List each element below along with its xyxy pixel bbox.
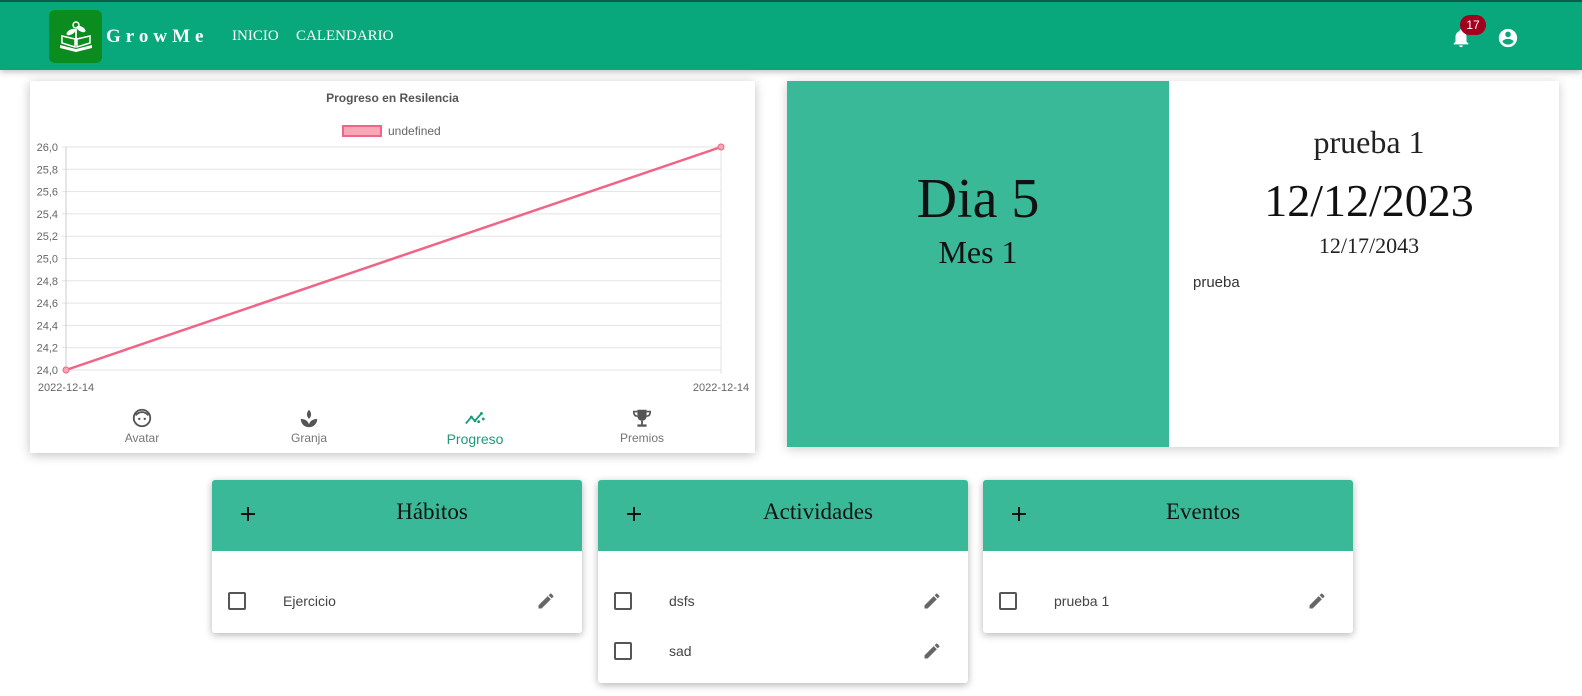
- edit-icon[interactable]: [922, 641, 942, 661]
- face-icon: [132, 408, 152, 428]
- y-tick-label: 24,0: [37, 365, 58, 377]
- top-navbar: GrowMe INICIO CALENDARIO 17: [0, 0, 1582, 70]
- day-panel: Dia 5 Mes 1: [787, 81, 1169, 447]
- habitos-card: Hábitos Ejercicio: [212, 480, 582, 633]
- item-label: sad: [669, 643, 692, 659]
- tab-progreso-label: Progreso: [446, 431, 504, 447]
- eventos-header: Eventos: [983, 480, 1353, 551]
- tab-avatar-label: Avatar: [124, 431, 160, 445]
- x-tick-label: 2022-12-14: [693, 382, 749, 394]
- y-tick-label: 25,2: [37, 231, 58, 243]
- item-checkbox[interactable]: [614, 592, 632, 610]
- line-chart: 24,0 24,2 24,4 24,6 24,8 25,0 25,2 25,4 25,6 25,8…: [37, 142, 750, 394]
- edit-icon[interactable]: [922, 591, 942, 611]
- sprout-icon: [300, 409, 318, 428]
- edit-icon[interactable]: [1307, 591, 1327, 611]
- tab-premios[interactable]: Premios: [582, 407, 702, 445]
- tab-avatar[interactable]: Avatar: [82, 407, 202, 445]
- y-tick-label: 25,4: [37, 209, 58, 221]
- y-tick-label: 26,0: [37, 142, 58, 154]
- trending-icon: [465, 411, 485, 425]
- tab-granja[interactable]: Granja: [249, 407, 369, 445]
- nav-calendario[interactable]: CALENDARIO: [296, 28, 394, 45]
- eventos-card: Eventos prueba 1: [983, 480, 1353, 633]
- actividades-header: Actividades: [598, 480, 968, 551]
- event-description: prueba: [1193, 274, 1240, 291]
- month-label: Mes 1: [938, 234, 1018, 270]
- y-tick-label: 24,2: [37, 343, 58, 355]
- tab-premios-label: Premios: [619, 431, 664, 445]
- y-tick-label: 25,0: [37, 254, 58, 266]
- item-checkbox[interactable]: [228, 592, 246, 610]
- nav-inicio[interactable]: INICIO: [232, 28, 279, 45]
- item-checkbox[interactable]: [999, 592, 1017, 610]
- list-item: sad: [598, 625, 968, 675]
- item-label: dsfs: [669, 593, 695, 609]
- actividades-card: Actividades dsfs sad: [598, 480, 968, 683]
- item-label: prueba 1: [1054, 593, 1110, 609]
- actividades-title: Actividades: [763, 499, 873, 524]
- item-label: Ejercicio: [283, 593, 336, 609]
- tab-progreso[interactable]: Progreso: [415, 407, 535, 447]
- y-tick-label: 24,4: [37, 320, 58, 332]
- item-checkbox[interactable]: [614, 642, 632, 660]
- edit-icon[interactable]: [536, 591, 556, 611]
- notification-badge: 17: [1460, 15, 1486, 35]
- x-tick-label: 2022-12-14: [38, 382, 94, 394]
- y-tick-label: 25,8: [37, 164, 58, 176]
- habitos-header: Hábitos: [212, 480, 582, 551]
- list-item: prueba 1: [983, 575, 1353, 625]
- event-date: 12/12/2023: [1264, 175, 1474, 226]
- y-tick-label: 24,6: [37, 298, 58, 310]
- trophy-icon: [632, 409, 652, 427]
- data-point: [62, 366, 70, 374]
- brand-name[interactable]: GrowMe: [106, 26, 208, 48]
- day-label: Dia 5: [916, 168, 1040, 230]
- y-tick-label: 25,6: [37, 187, 58, 199]
- list-item: dsfs: [598, 575, 968, 625]
- habitos-title: Hábitos: [396, 499, 468, 524]
- event-end-date: 12/17/2043: [1318, 233, 1420, 258]
- logo-icon[interactable]: [49, 10, 102, 63]
- event-card: Dia 5 Mes 1 prueba 1 12/12/2023 12/17/20…: [787, 81, 1559, 447]
- data-point: [717, 143, 725, 151]
- chart-tabs: Avatar Granja Progreso Premios: [30, 407, 755, 447]
- list-item: Ejercicio: [212, 575, 582, 625]
- tab-granja-label: Granja: [290, 431, 328, 445]
- event-name: prueba 1: [1313, 124, 1425, 160]
- eventos-title: Eventos: [1165, 499, 1241, 524]
- progress-chart-card: Progreso en Resilencia undefined 24,0 24,…: [30, 81, 755, 453]
- y-tick-label: 24,8: [37, 276, 58, 288]
- account-icon[interactable]: [1497, 27, 1519, 49]
